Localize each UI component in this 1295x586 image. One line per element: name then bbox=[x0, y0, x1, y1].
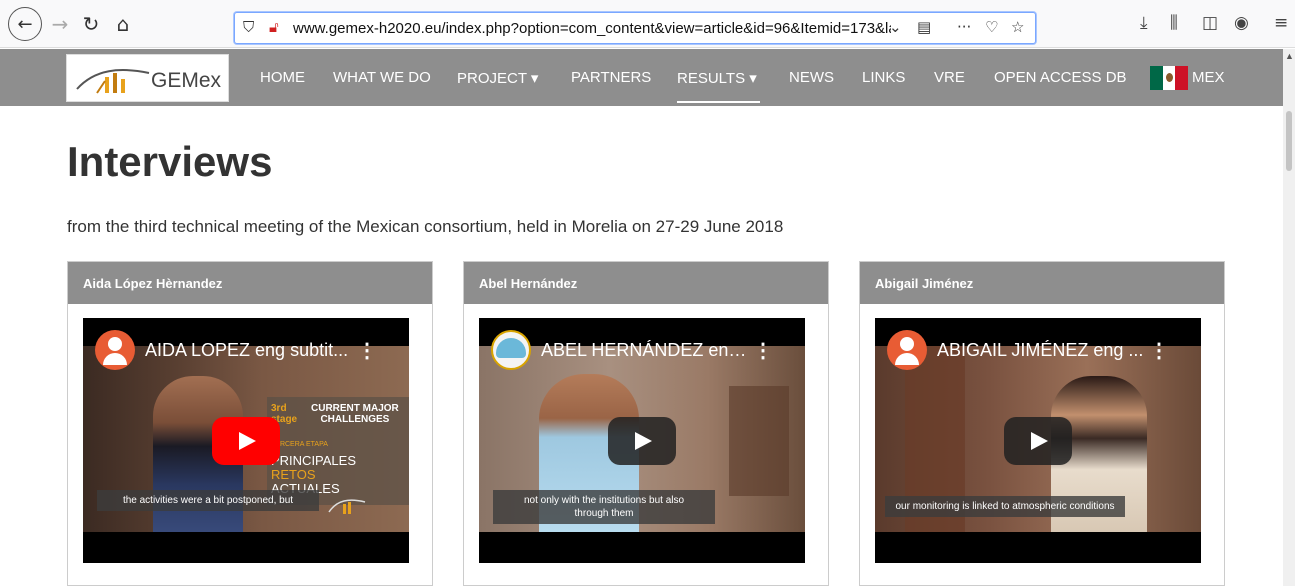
nav-partners[interactable]: PARTNERS bbox=[571, 69, 651, 86]
more-icon[interactable]: ··· bbox=[957, 18, 971, 36]
more-options-icon[interactable]: ⋮ bbox=[357, 338, 377, 363]
insecure-lock-icon[interactable]: 🔓︎ bbox=[269, 18, 279, 36]
video-title[interactable]: ABIGAIL JIMÉNEZ eng ... bbox=[937, 340, 1147, 361]
more-options-icon[interactable]: ⋮ bbox=[753, 338, 773, 363]
gemex-watermark-icon bbox=[328, 499, 366, 514]
logo-swoosh-icon bbox=[76, 69, 150, 94]
home-icon[interactable]: ⌂ bbox=[110, 8, 136, 40]
channel-avatar-icon[interactable] bbox=[95, 330, 135, 370]
video-player[interactable]: our monitoring is linked to atmospheric … bbox=[875, 318, 1201, 563]
interview-card-aida: Aida López Hèrnandez 3rd stage CURRENT MA… bbox=[67, 261, 433, 586]
video-caption: not only with the institutions but also t… bbox=[493, 490, 715, 524]
site-navbar: GEMex HOME WHAT WE DO PROJECT ▾ PARTNERS… bbox=[0, 49, 1283, 106]
page-scrollbar[interactable]: ▲ bbox=[1283, 49, 1295, 586]
play-button-icon[interactable] bbox=[608, 417, 676, 465]
logo-text: GEMex bbox=[151, 69, 222, 92]
pocket-icon[interactable]: ♡ bbox=[985, 18, 998, 36]
video-player[interactable]: 3rd stage CURRENT MAJOR CHALLENGES TERCERA… bbox=[83, 318, 409, 563]
sidebar-icon[interactable]: ◫ bbox=[1202, 13, 1218, 33]
nav-vre[interactable]: VRE bbox=[934, 69, 965, 86]
video-title[interactable]: ABEL HERNÁNDEZ eng... bbox=[541, 340, 751, 361]
lang-mex[interactable]: MEX bbox=[1192, 69, 1225, 86]
nav-home[interactable]: HOME bbox=[260, 69, 305, 86]
scroll-up-icon[interactable]: ▲ bbox=[1285, 51, 1294, 61]
menu-icon[interactable]: ≡ bbox=[1274, 13, 1288, 33]
card-header: Abel Hernández bbox=[464, 262, 828, 304]
forward-icon[interactable]: → bbox=[48, 8, 72, 40]
reader-mode-icon[interactable]: ▤ bbox=[917, 18, 931, 36]
card-header: Aida López Hèrnandez bbox=[68, 262, 432, 304]
scroll-thumb[interactable] bbox=[1286, 111, 1292, 171]
background-door bbox=[729, 386, 789, 496]
video-title[interactable]: AIDA LOPEZ eng subtit... bbox=[145, 340, 355, 361]
video-caption: our monitoring is linked to atmospheric … bbox=[885, 496, 1125, 517]
nav-results[interactable]: RESULTS ▾ bbox=[677, 69, 757, 87]
mexico-flag-icon[interactable] bbox=[1150, 66, 1189, 90]
url-text[interactable]: www.gemex-h2020.eu/index.php?option=com_… bbox=[293, 20, 891, 37]
nav-open-access-db[interactable]: OPEN ACCESS DB bbox=[994, 69, 1127, 86]
reload-icon[interactable]: ↻ bbox=[78, 8, 104, 40]
bookmark-star-icon[interactable]: ☆ bbox=[1011, 18, 1024, 36]
interview-card-abigail: Abigail Jiménez our monitoring is linked… bbox=[859, 261, 1225, 586]
channel-avatar-icon[interactable] bbox=[491, 330, 531, 370]
library-icon[interactable]: ⫼ bbox=[1170, 13, 1178, 33]
video-caption: the activities were a bit postponed, but bbox=[97, 490, 319, 511]
nav-links[interactable]: LINKS bbox=[862, 69, 905, 86]
play-button-icon[interactable] bbox=[212, 417, 280, 465]
more-options-icon[interactable]: ⋮ bbox=[1149, 338, 1169, 363]
shield-icon[interactable]: ⛉ bbox=[243, 18, 254, 36]
gemex-logo[interactable]: GEMex bbox=[66, 54, 229, 102]
overlay-heading: CURRENT MAJOR CHALLENGES bbox=[311, 403, 399, 425]
page-subtitle: from the third technical meeting of the … bbox=[67, 217, 784, 236]
back-icon[interactable]: ← bbox=[8, 7, 42, 41]
play-button-icon[interactable] bbox=[1004, 417, 1072, 465]
nav-news[interactable]: NEWS bbox=[789, 69, 834, 86]
page-title: Interviews bbox=[67, 138, 273, 185]
download-icon[interactable]: ⤓ bbox=[1140, 13, 1148, 33]
channel-avatar-icon[interactable] bbox=[887, 330, 927, 370]
card-header: Abigail Jiménez bbox=[860, 262, 1224, 304]
nav-project[interactable]: PROJECT ▾ bbox=[457, 69, 538, 87]
video-player[interactable]: not only with the institutions but also t… bbox=[479, 318, 805, 563]
account-icon[interactable]: ◉ bbox=[1234, 13, 1249, 33]
browser-toolbar: ← → ↻ ⌂ ⛉ 🔓︎ www.gemex-h2020.eu/index.ph… bbox=[0, 0, 1295, 48]
nav-active-indicator bbox=[677, 101, 760, 103]
url-bar[interactable]: ⛉ 🔓︎ www.gemex-h2020.eu/index.php?option… bbox=[234, 12, 1036, 44]
interview-card-abel: Abel Hernández not only with the institu… bbox=[463, 261, 829, 586]
video-overlay-panel: 3rd stage CURRENT MAJOR CHALLENGES TERCERA… bbox=[267, 397, 409, 505]
dropdown-icon[interactable]: ⌄ bbox=[889, 18, 902, 36]
nav-what-we-do[interactable]: WHAT WE DO bbox=[333, 69, 431, 86]
